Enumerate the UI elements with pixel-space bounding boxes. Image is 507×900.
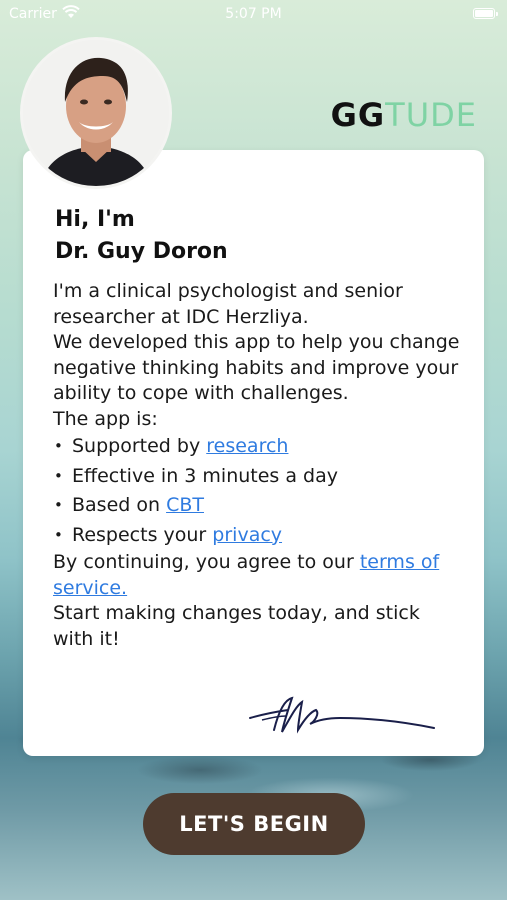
bullet-icon: • — [54, 466, 63, 485]
terms-paragraph: By continuing, you agree to our terms of… — [53, 550, 463, 601]
battery-icon — [473, 8, 498, 19]
lets-begin-button[interactable]: LET'S BEGIN — [143, 793, 365, 855]
logo-part-1: GG — [330, 96, 386, 134]
status-bar: Carrier 5:07 PM — [0, 0, 507, 28]
bullet-icon: • — [54, 496, 63, 514]
list-item: • Supported by research — [53, 432, 463, 462]
cbt-link[interactable]: CBT — [166, 494, 204, 516]
closing-text: Start making changes today, and stick wi… — [53, 602, 420, 650]
app-logo: GGTUDE — [331, 96, 477, 134]
logo-part-2: TUDE — [385, 96, 477, 134]
feature-text: Based on — [72, 494, 167, 516]
feature-text: Supported by — [72, 435, 207, 457]
bullet-icon: • — [54, 437, 63, 455]
terms-prefix: By continuing, you agree to our — [53, 551, 360, 573]
intro-paragraph-2: We developed this app to help you change… — [53, 331, 460, 404]
feature-text: Respects your — [72, 523, 213, 546]
list-item: • Based on CBT — [53, 491, 463, 521]
avatar — [23, 40, 169, 186]
clock: 5:07 PM — [225, 6, 282, 22]
feature-text: Effective in 3 minutes a day — [72, 464, 338, 487]
signature-image — [249, 696, 435, 734]
research-link[interactable]: research — [206, 435, 288, 457]
greeting-heading: Hi, I'm Dr. Guy Doron — [55, 204, 228, 268]
doctor-name: Dr. Guy Doron — [55, 239, 228, 264]
greeting-line-1: Hi, I'm — [55, 207, 135, 232]
privacy-link[interactable]: privacy — [212, 524, 282, 546]
intro-paragraph-1: I'm a clinical psychologist and senior r… — [53, 280, 403, 328]
bullet-icon: • — [54, 525, 63, 544]
intro-body: I'm a clinical psychologist and senior r… — [53, 279, 463, 652]
feature-list: • Supported by research • Effective in 3 m… — [53, 432, 463, 550]
list-item: • Respects your privacy — [53, 521, 463, 551]
app-is-label: The app is: — [53, 407, 158, 430]
list-item: • Effective in 3 minutes a day — [53, 462, 463, 492]
